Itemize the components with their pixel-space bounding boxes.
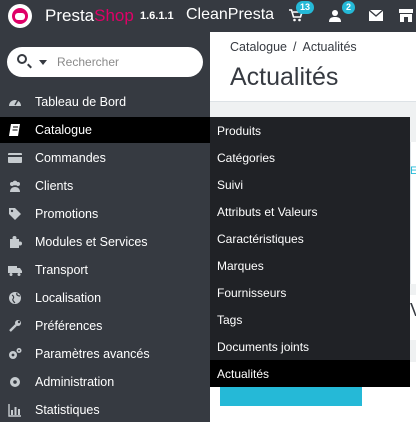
truck-icon <box>8 263 22 277</box>
sidebar-item-tableau-de-bord[interactable]: Tableau de Bord <box>0 89 210 115</box>
submenu-item-label: Documents joints <box>217 340 310 354</box>
bar-chart-icon <box>8 403 22 417</box>
sidebar-item-parametres-avances[interactable]: Paramètres avancés <box>0 341 210 367</box>
customers-badge: 2 <box>342 1 356 14</box>
user-icon[interactable] <box>329 9 341 25</box>
sidebar-item-label: Transport <box>35 263 89 277</box>
book-icon <box>8 123 22 137</box>
catalogue-submenu: Produits Catégories Suivi Attributs et V… <box>210 117 410 387</box>
submenu-item-label: Catégories <box>217 151 276 165</box>
sidebar-item-label: Modules et Services <box>35 235 148 249</box>
page-title: Actualités <box>230 63 339 91</box>
puzzle-icon <box>8 235 22 249</box>
submenu-item-fournisseurs[interactable]: Fournisseurs <box>210 279 410 306</box>
page-head: Catalogue / Actualités Actualités <box>210 32 416 102</box>
sidebar-item-administration[interactable]: Administration <box>0 369 210 395</box>
submenu-item-tags[interactable]: Tags <box>210 306 410 333</box>
submenu-item-label: Suivi <box>217 178 244 192</box>
submenu-item-categories[interactable]: Catégories <box>210 144 410 171</box>
chevron-down-icon[interactable] <box>39 60 47 65</box>
breadcrumb-parent[interactable]: Catalogue <box>230 40 287 54</box>
submenu-item-label: Caractéristiques <box>217 232 304 246</box>
prestashop-logo-icon[interactable] <box>8 4 32 28</box>
breadcrumb-separator: / <box>293 40 297 54</box>
submenu-item-documents-joints[interactable]: Documents joints <box>210 333 410 360</box>
sidebar-item-label: Commandes <box>35 151 106 165</box>
users-icon <box>8 179 22 193</box>
credit-card-icon <box>8 151 22 165</box>
content-panel-edge <box>410 142 416 284</box>
sidebar-item-modules[interactable]: Modules et Services <box>0 229 210 255</box>
sidebar-item-label: Localisation <box>35 291 102 305</box>
version-label: 1.6.1.1 <box>140 10 174 22</box>
sidebar: Rechercher Tableau de Bord Catalogue Com… <box>0 32 210 422</box>
sidebar-item-label: Préférences <box>35 319 103 333</box>
submenu-item-marques[interactable]: Marques <box>210 252 410 279</box>
sidebar-item-label: Catalogue <box>35 123 92 137</box>
panel-peek-heading: V <box>410 300 416 321</box>
sidebar-item-label: Statistiques <box>35 403 100 417</box>
orders-badge: 13 <box>296 1 315 14</box>
submenu-item-produits[interactable]: Produits <box>210 117 410 144</box>
tag-icon <box>8 207 22 221</box>
search-input[interactable]: Rechercher <box>7 47 203 77</box>
submenu-item-label: Attributs et Valeurs <box>217 205 318 219</box>
top-header: PrestaShop 1.6.1.1 CleanPresta 13 2 <box>0 0 416 32</box>
cogs-icon <box>8 347 22 361</box>
breadcrumb-current: Actualités <box>302 40 357 54</box>
brand-main: Presta <box>45 6 95 25</box>
wrench-icon <box>8 319 22 333</box>
brand-accent: Shop <box>94 6 134 25</box>
panel-peek-text: E <box>410 165 416 177</box>
sidebar-item-label: Tableau de Bord <box>35 95 127 109</box>
sidebar-item-preferences[interactable]: Préférences <box>0 313 210 339</box>
sidebar-item-label: Administration <box>35 375 115 389</box>
sidebar-item-label: Paramètres avancés <box>35 347 150 361</box>
submenu-item-label: Tags <box>217 313 243 327</box>
submenu-item-actualites[interactable]: Actualités <box>210 360 410 387</box>
dashboard-icon <box>8 95 22 109</box>
submenu-item-label: Fournisseurs <box>217 286 287 300</box>
globe-icon <box>8 291 22 305</box>
search-icon[interactable] <box>17 54 27 64</box>
sidebar-item-transport[interactable]: Transport <box>0 257 210 283</box>
sidebar-item-commandes[interactable]: Commandes <box>0 145 210 171</box>
submenu-item-suivi[interactable]: Suivi <box>210 171 410 198</box>
sidebar-item-statistiques[interactable]: Statistiques <box>0 397 210 422</box>
store-icon[interactable] <box>398 9 414 25</box>
brand-name[interactable]: PrestaShop <box>45 6 134 26</box>
sidebar-item-localisation[interactable]: Localisation <box>0 285 210 311</box>
gear-icon <box>8 375 22 389</box>
sidebar-item-label: Clients <box>35 179 74 193</box>
sidebar-item-clients[interactable]: Clients <box>0 173 210 199</box>
submenu-item-label: Actualités <box>217 367 270 381</box>
search-placeholder: Rechercher <box>57 55 120 69</box>
submenu-item-caracteristiques[interactable]: Caractéristiques <box>210 225 410 252</box>
sidebar-item-promotions[interactable]: Promotions <box>0 201 210 227</box>
submenu-item-label: Marques <box>217 259 264 273</box>
shop-name[interactable]: CleanPresta <box>186 6 274 24</box>
breadcrumb: Catalogue / Actualités <box>230 40 357 54</box>
submenu-item-label: Produits <box>217 124 262 138</box>
envelope-icon[interactable] <box>368 9 384 24</box>
submenu-item-attributs[interactable]: Attributs et Valeurs <box>210 198 410 225</box>
sidebar-item-catalogue[interactable]: Catalogue <box>0 117 210 143</box>
sidebar-item-label: Promotions <box>35 207 99 221</box>
